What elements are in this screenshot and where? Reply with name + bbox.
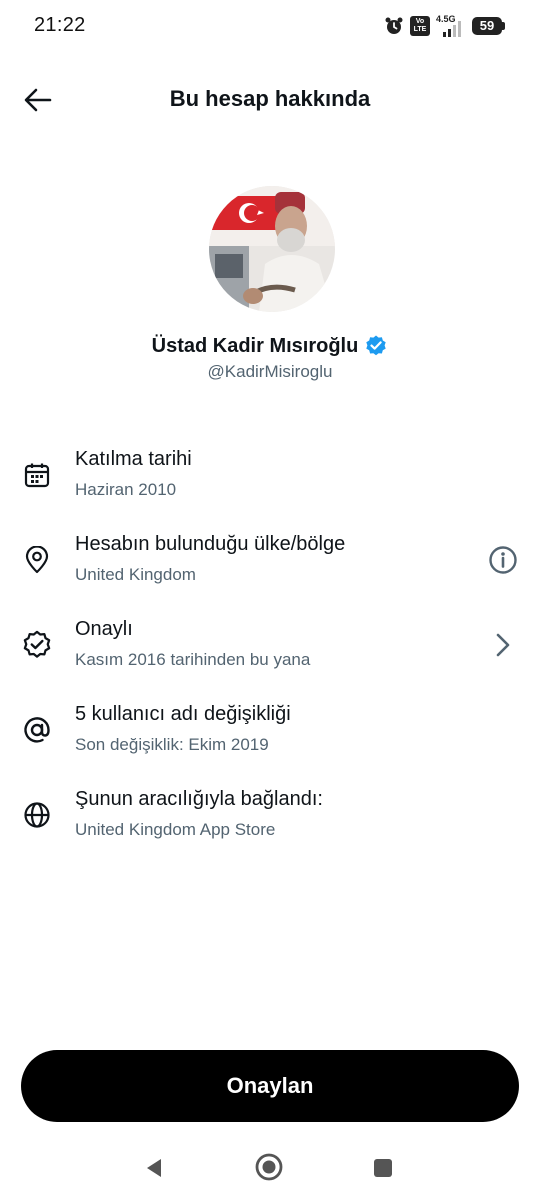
nav-recents-icon[interactable] xyxy=(370,1155,396,1181)
location-pin-icon xyxy=(20,543,54,577)
verified-badge-icon xyxy=(366,335,387,356)
volte-icon: Vo LTE xyxy=(410,16,430,36)
info-row-subtitle: United Kingdom App Store xyxy=(75,820,276,839)
confirm-button[interactable]: Onaylan xyxy=(21,1050,519,1122)
status-bar: 21:22 Vo LTE 4.5G 59 xyxy=(0,0,540,52)
battery-percent: 59 xyxy=(479,18,495,33)
info-row-username-changes: 5 kullanıcı adı değişikliği Son değişikl… xyxy=(0,695,540,765)
info-row-verified[interactable]: Onaylı Kasım 2016 tarihinden bu yana xyxy=(0,610,540,680)
profile-photo xyxy=(209,186,335,312)
info-row-location: Hesabın bulunduğu ülke/bölge United King… xyxy=(0,525,540,595)
info-row-connected-via: Şunun aracılığıyla bağlandı: United King… xyxy=(0,780,540,850)
info-row-title: Şunun aracılığıyla bağlandı: xyxy=(75,788,323,810)
app-header: Bu hesap hakkında xyxy=(0,70,540,130)
nav-home-icon[interactable] xyxy=(254,1152,284,1182)
info-row-title: Hesabın bulunduğu ülke/bölge xyxy=(75,533,346,555)
globe-icon xyxy=(20,798,54,832)
info-row-title: Katılma tarihi xyxy=(75,448,192,470)
verified-badge-outline-icon xyxy=(20,628,54,662)
calendar-icon xyxy=(20,458,54,492)
nav-back-icon[interactable] xyxy=(140,1154,168,1182)
profile-name-row: Üstad Kadir Mısıroğlu xyxy=(0,334,540,358)
profile-handle: @KadirMisiroglu xyxy=(207,362,333,381)
chevron-right-icon xyxy=(496,633,510,657)
alarm-icon xyxy=(385,17,403,34)
at-sign-icon xyxy=(20,713,54,747)
info-row-joined: Katılma tarihi Haziran 2010 xyxy=(0,440,540,510)
info-row-subtitle: Haziran 2010 xyxy=(75,480,177,499)
info-row-subtitle: Kasım 2016 tarihinden bu yana xyxy=(75,650,311,669)
chevron-button[interactable] xyxy=(486,628,520,662)
info-row-title: Onaylı xyxy=(75,618,133,640)
info-button[interactable] xyxy=(486,543,520,577)
signal-icon: 4.5G xyxy=(436,14,466,37)
battery-icon: 59 xyxy=(472,16,506,36)
info-row-subtitle: Son değişiklik: Ekim 2019 xyxy=(75,735,269,754)
status-time: 21:22 xyxy=(34,14,86,36)
page-title: Bu hesap hakkında xyxy=(169,86,371,111)
info-row-subtitle: United Kingdom xyxy=(75,565,196,584)
info-row-title: 5 kullanıcı adı değişikliği xyxy=(75,703,291,725)
avatar[interactable] xyxy=(209,186,335,312)
profile-name: Üstad Kadir Mısıroğlu xyxy=(151,334,359,357)
system-nav-bar xyxy=(0,1140,540,1200)
status-icons: Vo LTE 4.5G 59 xyxy=(384,14,506,38)
info-icon xyxy=(489,546,517,574)
